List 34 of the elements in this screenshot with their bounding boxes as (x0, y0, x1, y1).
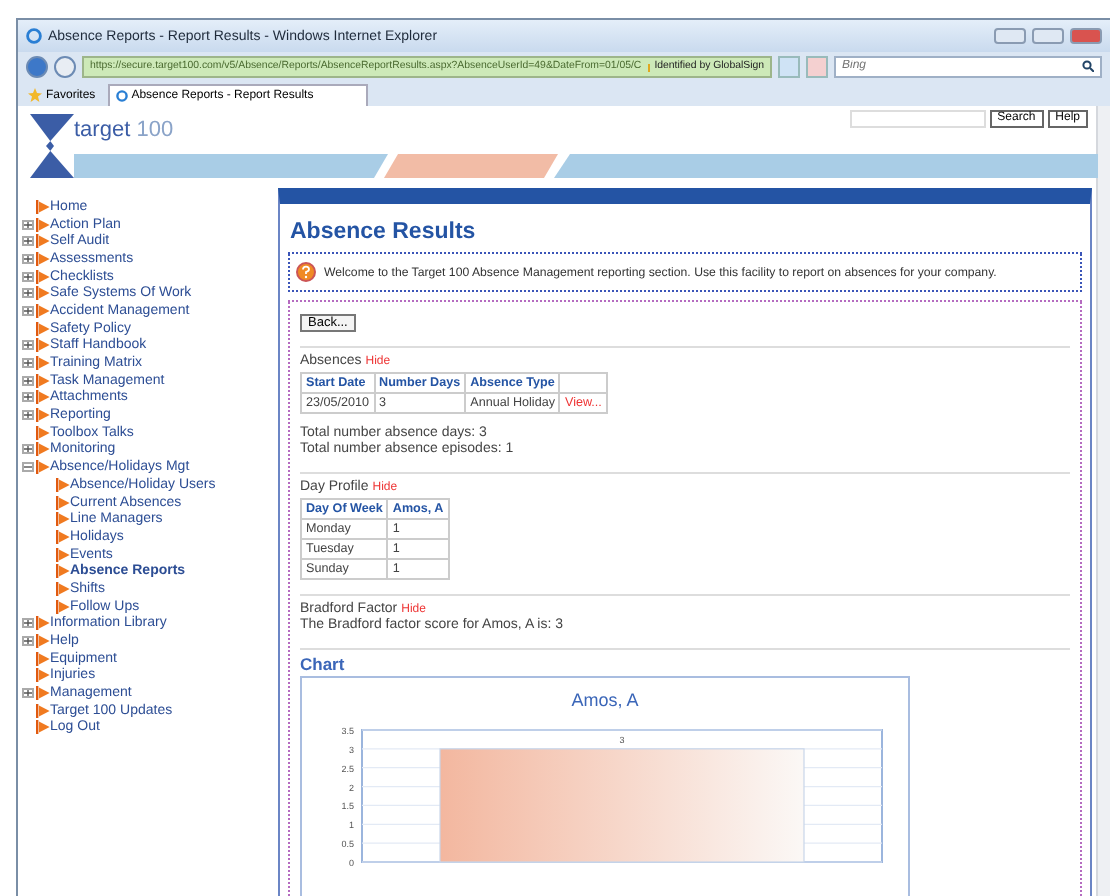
expand-icon[interactable] (22, 305, 34, 316)
forward-button[interactable] (54, 55, 76, 77)
expand-icon[interactable] (22, 236, 34, 247)
expand-icon[interactable] (22, 618, 34, 629)
arrow-icon (56, 477, 70, 492)
star-icon (28, 88, 42, 102)
expand-icon[interactable] (22, 288, 34, 299)
expand-icon[interactable] (22, 688, 34, 699)
scrollbar[interactable] (1096, 106, 1110, 896)
expand-icon[interactable] (22, 444, 34, 455)
arrow-icon (36, 460, 50, 475)
expand-icon[interactable] (22, 375, 34, 386)
arrow-icon (36, 199, 50, 214)
logo-text: target 100 (74, 118, 174, 142)
expand-icon[interactable] (22, 392, 34, 403)
expand-icon[interactable] (22, 636, 34, 647)
search-input[interactable] (849, 110, 986, 128)
expand-icon[interactable] (22, 219, 34, 230)
page-title: Absence Results (290, 220, 478, 244)
expand-icon[interactable] (22, 271, 34, 282)
browser-icon (26, 28, 42, 44)
chart-heading: Chart (300, 656, 347, 672)
chart-title: Amos, A (571, 690, 639, 710)
expand-icon[interactable] (22, 253, 34, 264)
arrow-icon (36, 616, 50, 631)
collapse-icon[interactable] (22, 462, 34, 473)
info-icon (296, 262, 316, 282)
browser-icon (115, 90, 128, 102)
expand-icon[interactable] (22, 340, 34, 351)
expand-icon[interactable] (22, 410, 34, 421)
search-icon (1082, 60, 1094, 72)
arrow-icon (56, 599, 70, 614)
expand-icon[interactable] (22, 358, 34, 369)
back-button[interactable] (26, 55, 48, 77)
